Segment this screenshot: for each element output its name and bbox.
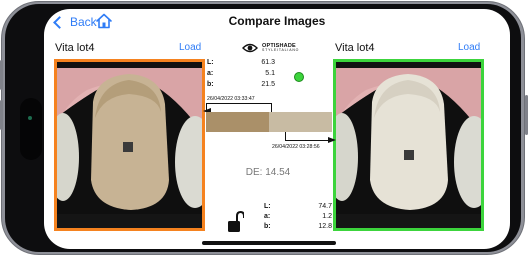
left-bracket-drop xyxy=(271,103,272,112)
lab-value: 74.7 xyxy=(318,203,332,210)
match-status-dot xyxy=(294,72,304,82)
delta-e-value: DE: 14.54 xyxy=(245,167,291,178)
lab-top-a: a: 5.1 xyxy=(207,70,275,80)
lab-key: b: xyxy=(207,81,214,88)
volume-button xyxy=(0,60,3,90)
lab-key: a: xyxy=(264,213,271,220)
lab-bottom-b: b: 12.8 xyxy=(264,223,332,233)
lab-value: 61.3 xyxy=(261,59,275,66)
lab-bottom-L: L: 74.7 xyxy=(264,203,332,213)
brand-tagline: STYLEITALIANO xyxy=(262,48,300,52)
left-bracket-line xyxy=(206,103,272,104)
brand-name: OPTISHADE STYLEITALIANO xyxy=(262,43,300,53)
left-color-swatch xyxy=(206,112,269,132)
right-tooth-image[interactable] xyxy=(333,59,484,231)
volume-button xyxy=(0,100,3,130)
app-screen: Back Compare Images Vita lot4 Load Vita … xyxy=(44,9,510,249)
right-color-swatch xyxy=(269,112,332,132)
right-arrow-icon xyxy=(328,137,336,143)
right-load-button[interactable]: Load xyxy=(458,42,480,53)
camera-island xyxy=(20,98,42,160)
lab-value: 5.1 xyxy=(265,70,275,77)
left-timestamp: 26/04/2022 03:33:47 xyxy=(207,96,255,102)
lab-value: 12.8 xyxy=(318,223,332,230)
right-image-title: Vita lot4 xyxy=(335,42,375,54)
home-indicator[interactable] xyxy=(202,241,336,245)
page-title: Compare Images xyxy=(228,14,326,28)
eye-logo-icon xyxy=(242,43,258,53)
lab-key: L: xyxy=(207,59,214,66)
left-tooth-image[interactable] xyxy=(54,59,205,231)
unlock-icon[interactable] xyxy=(228,211,244,233)
optishade-logo: OPTISHADE STYLEITALIANO xyxy=(242,41,304,55)
left-load-button[interactable]: Load xyxy=(179,42,201,53)
camera-dot xyxy=(28,116,32,120)
lab-key: a: xyxy=(207,70,214,77)
lab-key: L: xyxy=(264,203,271,210)
lab-bottom-a: a: 1.2 xyxy=(264,213,332,223)
right-timestamp: 26/04/2022 03:28:56 xyxy=(272,144,320,150)
lab-top-b: b: 21.5 xyxy=(207,81,275,91)
lab-key: b: xyxy=(264,223,271,230)
lab-top-L: L: 61.3 xyxy=(207,59,275,69)
left-image-title: Vita lot4 xyxy=(55,42,95,54)
lab-value: 21.5 xyxy=(261,81,275,88)
lab-value: 1.2 xyxy=(322,213,332,220)
right-bracket-line xyxy=(285,140,330,141)
